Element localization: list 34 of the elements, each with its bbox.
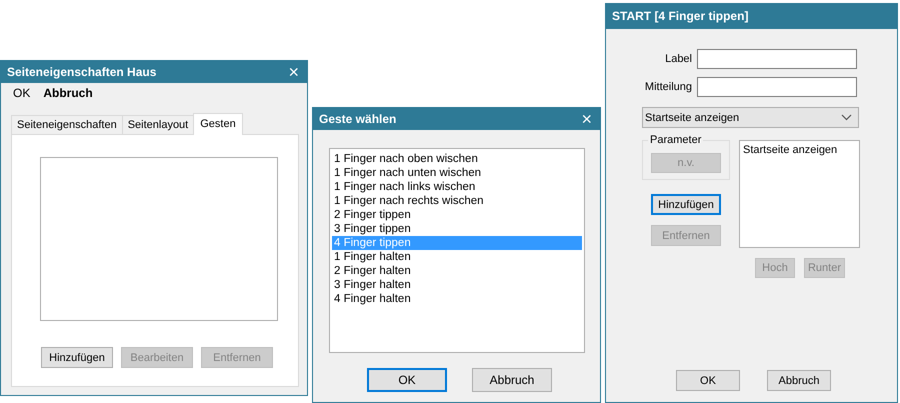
input-field[interactable] — [697, 49, 857, 69]
list-item[interactable]: 3 Finger halten — [332, 278, 582, 292]
dialog-button[interactable]: Abbruch — [767, 370, 831, 391]
group-title: Parameter — [648, 134, 704, 146]
menu-item[interactable]: OK — [13, 86, 30, 100]
list-item[interactable]: Startseite anzeigen — [741, 143, 858, 157]
list-item[interactable]: 1 Finger nach unten wischen — [332, 166, 582, 180]
dialog-button[interactable]: OK — [367, 368, 447, 392]
gesture-list[interactable] — [40, 157, 278, 321]
window-title: Geste wählen — [319, 112, 396, 126]
chevron-down-icon — [841, 114, 852, 121]
input-field[interactable] — [697, 77, 857, 97]
list-item[interactable]: 1 Finger nach rechts wischen — [332, 194, 582, 208]
field-label: Label — [664, 53, 692, 65]
window-title: Seiteneigenschaften Haus — [7, 64, 156, 78]
close-button[interactable]: × — [581, 110, 592, 128]
list-item[interactable]: 1 Finger halten — [332, 250, 582, 264]
dialog-button[interactable]: Hinzufügen — [41, 347, 113, 368]
dialog-button[interactable]: Hinzufügen — [651, 194, 721, 215]
list-item[interactable]: 1 Finger nach oben wischen — [332, 152, 582, 166]
list-item[interactable]: 2 Finger halten — [332, 264, 582, 278]
list-item[interactable]: 1 Finger nach links wischen — [332, 180, 582, 194]
tab[interactable]: Seiteneigenschaften — [11, 115, 123, 134]
list-item[interactable]: 2 Finger tippen — [332, 208, 582, 222]
menu-item[interactable]: Abbruch — [43, 86, 93, 100]
tab[interactable]: Gesten — [193, 113, 243, 135]
dialog-button[interactable]: OK — [676, 370, 740, 391]
close-button[interactable]: × — [288, 62, 299, 80]
dialog-button[interactable]: Abbruch — [472, 368, 552, 392]
action-dropdown[interactable]: Startseite anzeigen — [642, 107, 859, 128]
window-title: START [4 Finger tippen] — [612, 9, 748, 23]
list-item[interactable]: 4 Finger halten — [332, 292, 582, 306]
list-item[interactable]: 3 Finger tippen — [332, 222, 582, 236]
field-label: Mitteilung — [644, 81, 692, 93]
